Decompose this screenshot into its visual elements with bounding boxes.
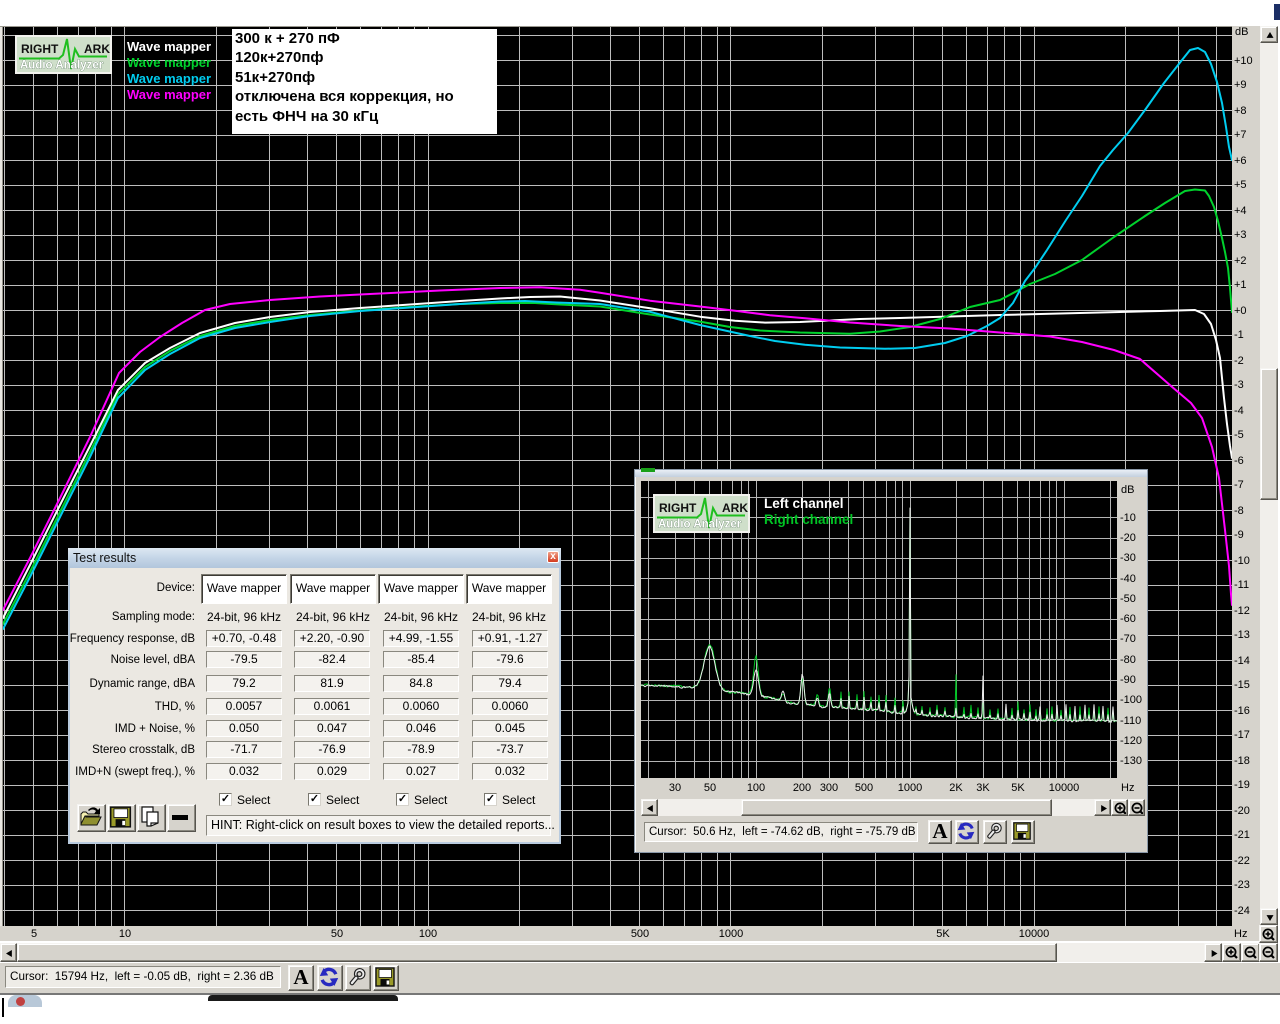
svg-text:Audio Analyzer: Audio Analyzer [658,519,742,531]
svg-text:ARK: ARK [722,501,748,515]
svg-text:RIGHT: RIGHT [659,501,697,515]
